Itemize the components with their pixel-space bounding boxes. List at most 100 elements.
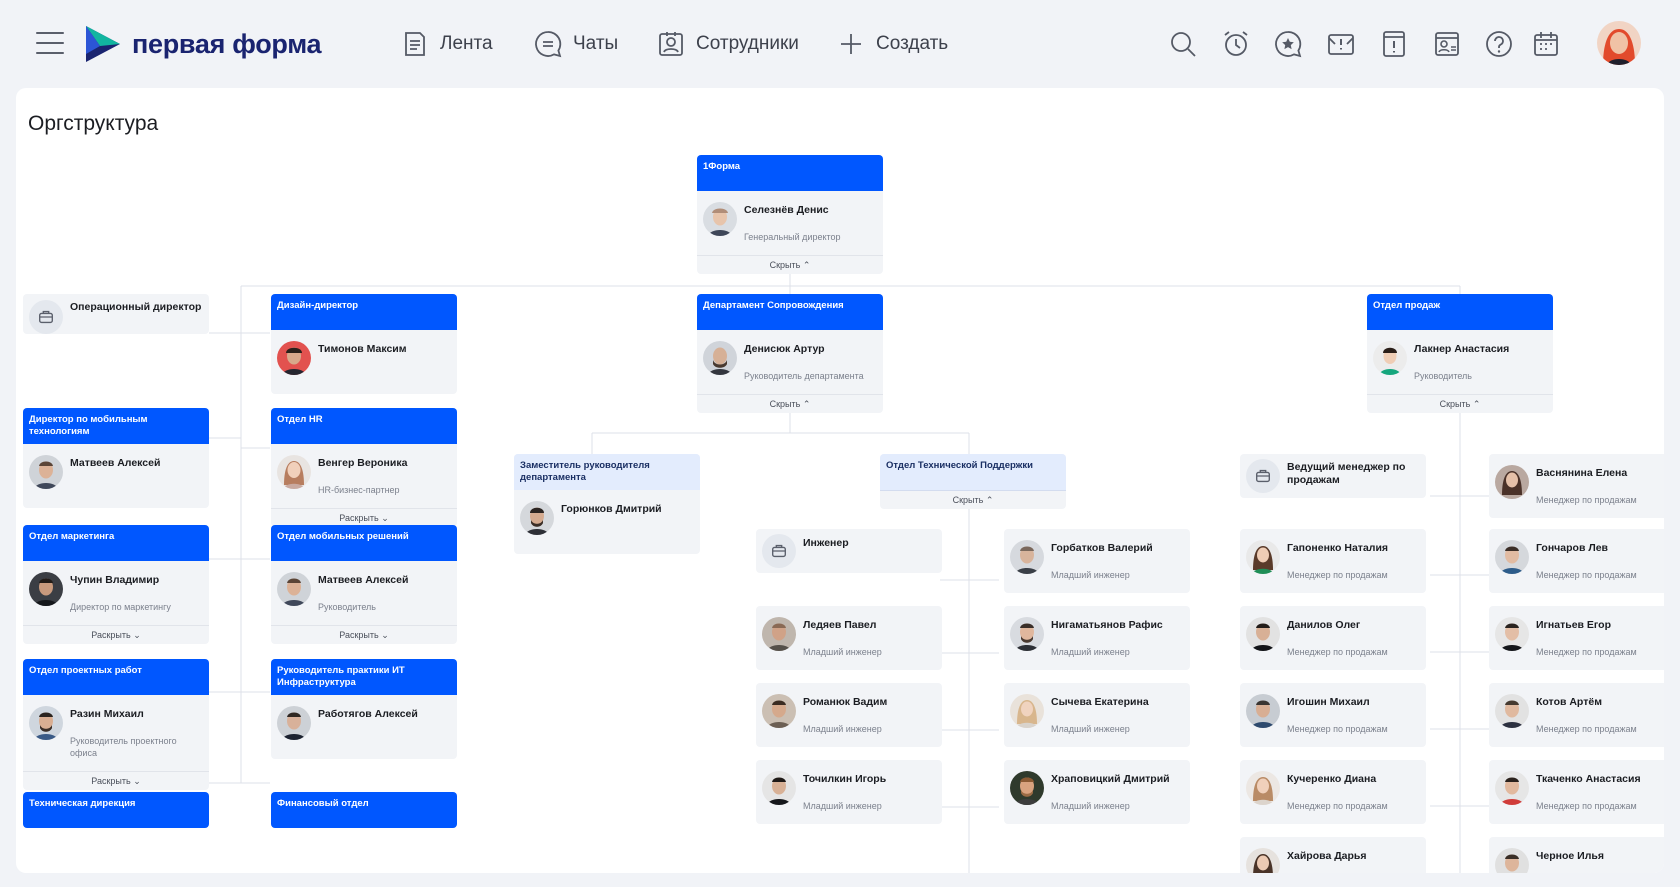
- person-name: Ткаченко Анастасия: [1536, 773, 1641, 785]
- employees-icon: [659, 32, 683, 56]
- brand-logo[interactable]: первая форма: [82, 24, 322, 64]
- org-card-tech-support[interactable]: Отдел Технической Поддержки Скрыть ⌃: [880, 454, 1066, 509]
- org-card-sales-staff-r4[interactable]: Ткаченко Анастасия Менеджер по продажам: [1489, 760, 1664, 824]
- person-role: Младший инженер: [803, 801, 882, 811]
- person-name: Денисюк Артур: [744, 343, 825, 355]
- org-card-sales-staff-r2[interactable]: Игнатьев Егор Менеджер по продажам: [1489, 606, 1664, 670]
- person-name: Нигаматьянов Рафис: [1051, 619, 1163, 631]
- alarm-icon[interactable]: [1221, 29, 1251, 59]
- org-card-marketing[interactable]: Отдел маркетинга Чупин Владимир Директор…: [23, 525, 209, 644]
- nav-create[interactable]: Создать: [836, 26, 948, 62]
- org-card-lead-sales-manager[interactable]: Ведущий менеджер по продажам: [1240, 454, 1426, 498]
- person-name: Данилов Олег: [1287, 619, 1361, 631]
- search-icon[interactable]: [1168, 29, 1198, 59]
- collapse-toggle[interactable]: Скрыть ⌃: [880, 490, 1066, 509]
- org-card-support-staff-2[interactable]: Точилкин Игорь Младший инженер: [756, 760, 942, 824]
- person-name: Васнянина Елена: [1536, 467, 1628, 479]
- org-card-support-staff-1[interactable]: Романюк Вадим Младший инженер: [756, 683, 942, 747]
- person-name: Венгер Вероника: [318, 457, 408, 469]
- org-card-it-infra[interactable]: Руководитель практики ИТ Инфраструктура …: [271, 659, 457, 759]
- org-card-sales-staff-l0[interactable]: Гапоненко Наталия Менеджер по продажам: [1240, 529, 1426, 593]
- user-avatar[interactable]: [1597, 21, 1641, 65]
- org-card-sales-dept[interactable]: Отдел продаж Лакнер Анастасия Руководите…: [1367, 294, 1553, 413]
- org-card-mobile-tech-director[interactable]: Директор по мобильным технологиям Матвее…: [23, 408, 209, 508]
- org-card-sales-staff-l1[interactable]: Данилов Олег Менеджер по продажам: [1240, 606, 1426, 670]
- org-card-support-staff-6[interactable]: Храповицкий Дмитрий Младший инженер: [1004, 760, 1190, 824]
- person-role: Директор по маркетингу: [70, 602, 171, 612]
- unit-title: Отдел мобильных решений: [271, 525, 457, 561]
- person-role: Руководитель: [1414, 371, 1472, 381]
- feed-icon: [405, 32, 425, 56]
- avatar: [1010, 771, 1044, 805]
- person-name: Черное Илья: [1536, 850, 1604, 862]
- org-card-deputy-head[interactable]: Заместитель руководителя департамента Го…: [514, 454, 700, 554]
- person-role: Менеджер по продажам: [1536, 801, 1637, 811]
- org-card-sales-staff-l2[interactable]: Игошин Михаил Менеджер по продажам: [1240, 683, 1426, 747]
- person-name: Хайрова Дарья: [1287, 850, 1367, 862]
- help-icon[interactable]: [1484, 29, 1514, 59]
- avatar: [1495, 465, 1529, 499]
- org-card-engineer[interactable]: Инженер: [756, 529, 942, 573]
- person-name: Игошин Михаил: [1287, 696, 1370, 708]
- org-card-hr-dept[interactable]: Отдел HR Венгер Вероника HR-бизнес-партн…: [271, 408, 457, 527]
- org-card-sales-staff-l4[interactable]: Хайрова Дарья: [1240, 837, 1426, 873]
- person-role: Менеджер по продажам: [1287, 570, 1388, 580]
- collapse-toggle[interactable]: Скрыть ⌃: [1367, 394, 1553, 413]
- star-bubble-icon[interactable]: [1273, 29, 1303, 59]
- org-card-root[interactable]: 1Форма Селезнёв Денис Генеральный директ…: [697, 155, 883, 274]
- org-card-support-dept[interactable]: Департамент Сопровождения Денисюк Артур …: [697, 294, 883, 413]
- task-icon[interactable]: [1379, 29, 1409, 59]
- person-role: Младший инженер: [803, 647, 882, 657]
- calendar-icon[interactable]: [1531, 29, 1561, 59]
- menu-icon[interactable]: [36, 32, 64, 54]
- org-card-sales-staff-l3[interactable]: Кучеренко Диана Менеджер по продажам: [1240, 760, 1426, 824]
- person-role: Младший инженер: [803, 724, 882, 734]
- org-card-sales-staff-r3[interactable]: Котов Артём Менеджер по продажам: [1489, 683, 1664, 747]
- collapse-toggle[interactable]: Скрыть ⌃: [697, 255, 883, 274]
- nav-chats[interactable]: Чаты: [533, 26, 618, 62]
- avatar: [1373, 341, 1407, 375]
- expand-toggle[interactable]: Раскрыть ⌄: [271, 625, 457, 644]
- org-card-ops-director[interactable]: Операционный директор: [23, 294, 209, 334]
- org-card-project-works[interactable]: Отдел проектных работ Разин Михаил Руков…: [23, 659, 209, 790]
- org-card-support-staff-4[interactable]: Нигаматьянов Рафис Младший инженер: [1004, 606, 1190, 670]
- unit-title: 1Форма: [697, 155, 883, 191]
- avatar: [1246, 617, 1280, 651]
- org-card-mobile-solutions[interactable]: Отдел мобильных решений Матвеев Алексей …: [271, 525, 457, 644]
- org-card-design-director[interactable]: Дизайн-директор Тимонов Максим: [271, 294, 457, 394]
- person-name: Сычева Екатерина: [1051, 696, 1149, 708]
- person-name: Гапоненко Наталия: [1287, 542, 1389, 554]
- expand-toggle[interactable]: Раскрыть ⌄: [23, 771, 209, 790]
- avatar: [762, 617, 796, 651]
- briefcase-icon: [29, 300, 63, 334]
- org-card-support-staff-3[interactable]: Горбатков Валерий Младший инженер: [1004, 529, 1190, 593]
- org-card-support-staff-5[interactable]: Сычева Екатерина Младший инженер: [1004, 683, 1190, 747]
- notice-icon[interactable]: [1326, 29, 1356, 59]
- org-card-support-staff-0[interactable]: Ледяев Павел Младший инженер: [756, 606, 942, 670]
- position-name: Ведущий менеджер по продажам: [1287, 461, 1406, 486]
- collapse-toggle[interactable]: Скрыть ⌃: [697, 394, 883, 413]
- chat-icon: [535, 31, 562, 58]
- org-card-sales-staff-r0[interactable]: Васнянина Елена Менеджер по продажам: [1489, 454, 1664, 518]
- unit-title: Дизайн-директор: [271, 294, 457, 330]
- profile-card-icon[interactable]: [1432, 29, 1462, 59]
- avatar: [277, 341, 311, 375]
- briefcase-icon: [1246, 459, 1280, 493]
- org-card-tech-directorate[interactable]: Техническая дирекция: [23, 792, 209, 828]
- person-name: Матвеев Алексей: [70, 457, 161, 469]
- avatar: [762, 771, 796, 805]
- org-card-sales-staff-r1[interactable]: Гончаров Лев Менеджер по продажам: [1489, 529, 1664, 593]
- briefcase-icon: [762, 534, 796, 568]
- nav-employees[interactable]: Сотрудники: [656, 26, 799, 62]
- expand-toggle[interactable]: Раскрыть ⌄: [23, 625, 209, 644]
- nav-feed-label: Лента: [440, 33, 493, 54]
- position-name: Операционный директор: [70, 301, 202, 313]
- avatar: [1010, 617, 1044, 651]
- org-card-sales-staff-r5[interactable]: Черное Илья: [1489, 837, 1664, 873]
- nav-feed[interactable]: Лента: [400, 26, 493, 62]
- person-name: Разин Михаил: [70, 708, 144, 720]
- avatar: [1495, 771, 1529, 805]
- avatar: [1495, 848, 1529, 873]
- avatar: [762, 694, 796, 728]
- org-card-finance[interactable]: Финансовый отдел: [271, 792, 457, 828]
